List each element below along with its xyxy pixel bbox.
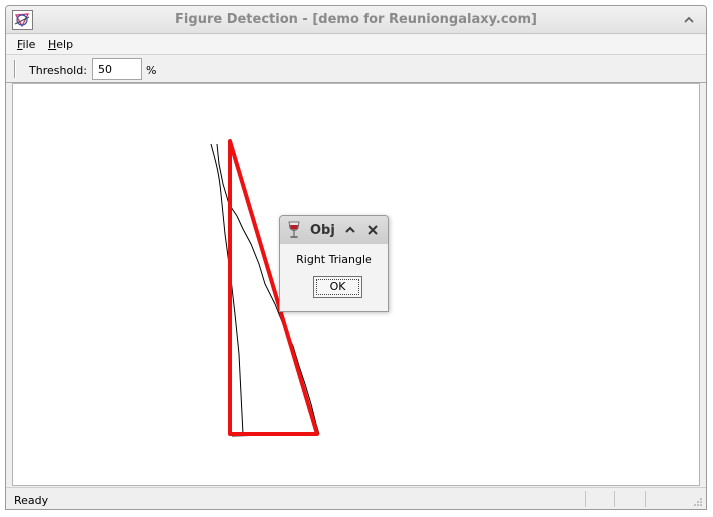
toolbar-grip[interactable] [14,60,16,78]
threshold-unit: % [146,64,157,77]
status-pane [645,491,690,507]
menu-help-label: elp [56,38,74,51]
resize-grip-icon[interactable] [693,497,703,507]
sketch-stroke-left [210,143,244,435]
window-title: Figure Detection - [demo for Reuniongala… [175,12,537,27]
dialog-title: Obj [310,223,335,238]
wine-glass-icon [287,221,301,239]
toolbar: Threshold: % [6,54,706,83]
dialog-collapse-icon[interactable] [344,224,356,236]
status-pane [585,491,614,507]
threshold-input[interactable] [92,58,142,80]
menu-bar: File Help [6,35,706,54]
ok-button-label: OK [316,279,359,295]
collapse-window-icon[interactable] [682,13,696,27]
status-pane [614,491,645,507]
dialog-title-bar[interactable]: Obj [280,216,388,244]
threshold-label: Threshold: [29,64,87,77]
status-text: Ready [14,494,49,507]
ok-button[interactable]: OK [313,276,362,298]
title-bar[interactable]: Figure Detection - [demo for Reuniongala… [6,6,706,34]
result-dialog: Obj Right Triangle OK [279,215,389,312]
menu-file[interactable]: File [17,38,35,51]
dialog-message: Right Triangle [296,253,372,266]
status-bar: Ready [6,487,706,509]
dialog-close-icon[interactable] [367,224,379,236]
menu-help[interactable]: Help [48,38,73,51]
menu-file-label: ile [22,38,36,51]
